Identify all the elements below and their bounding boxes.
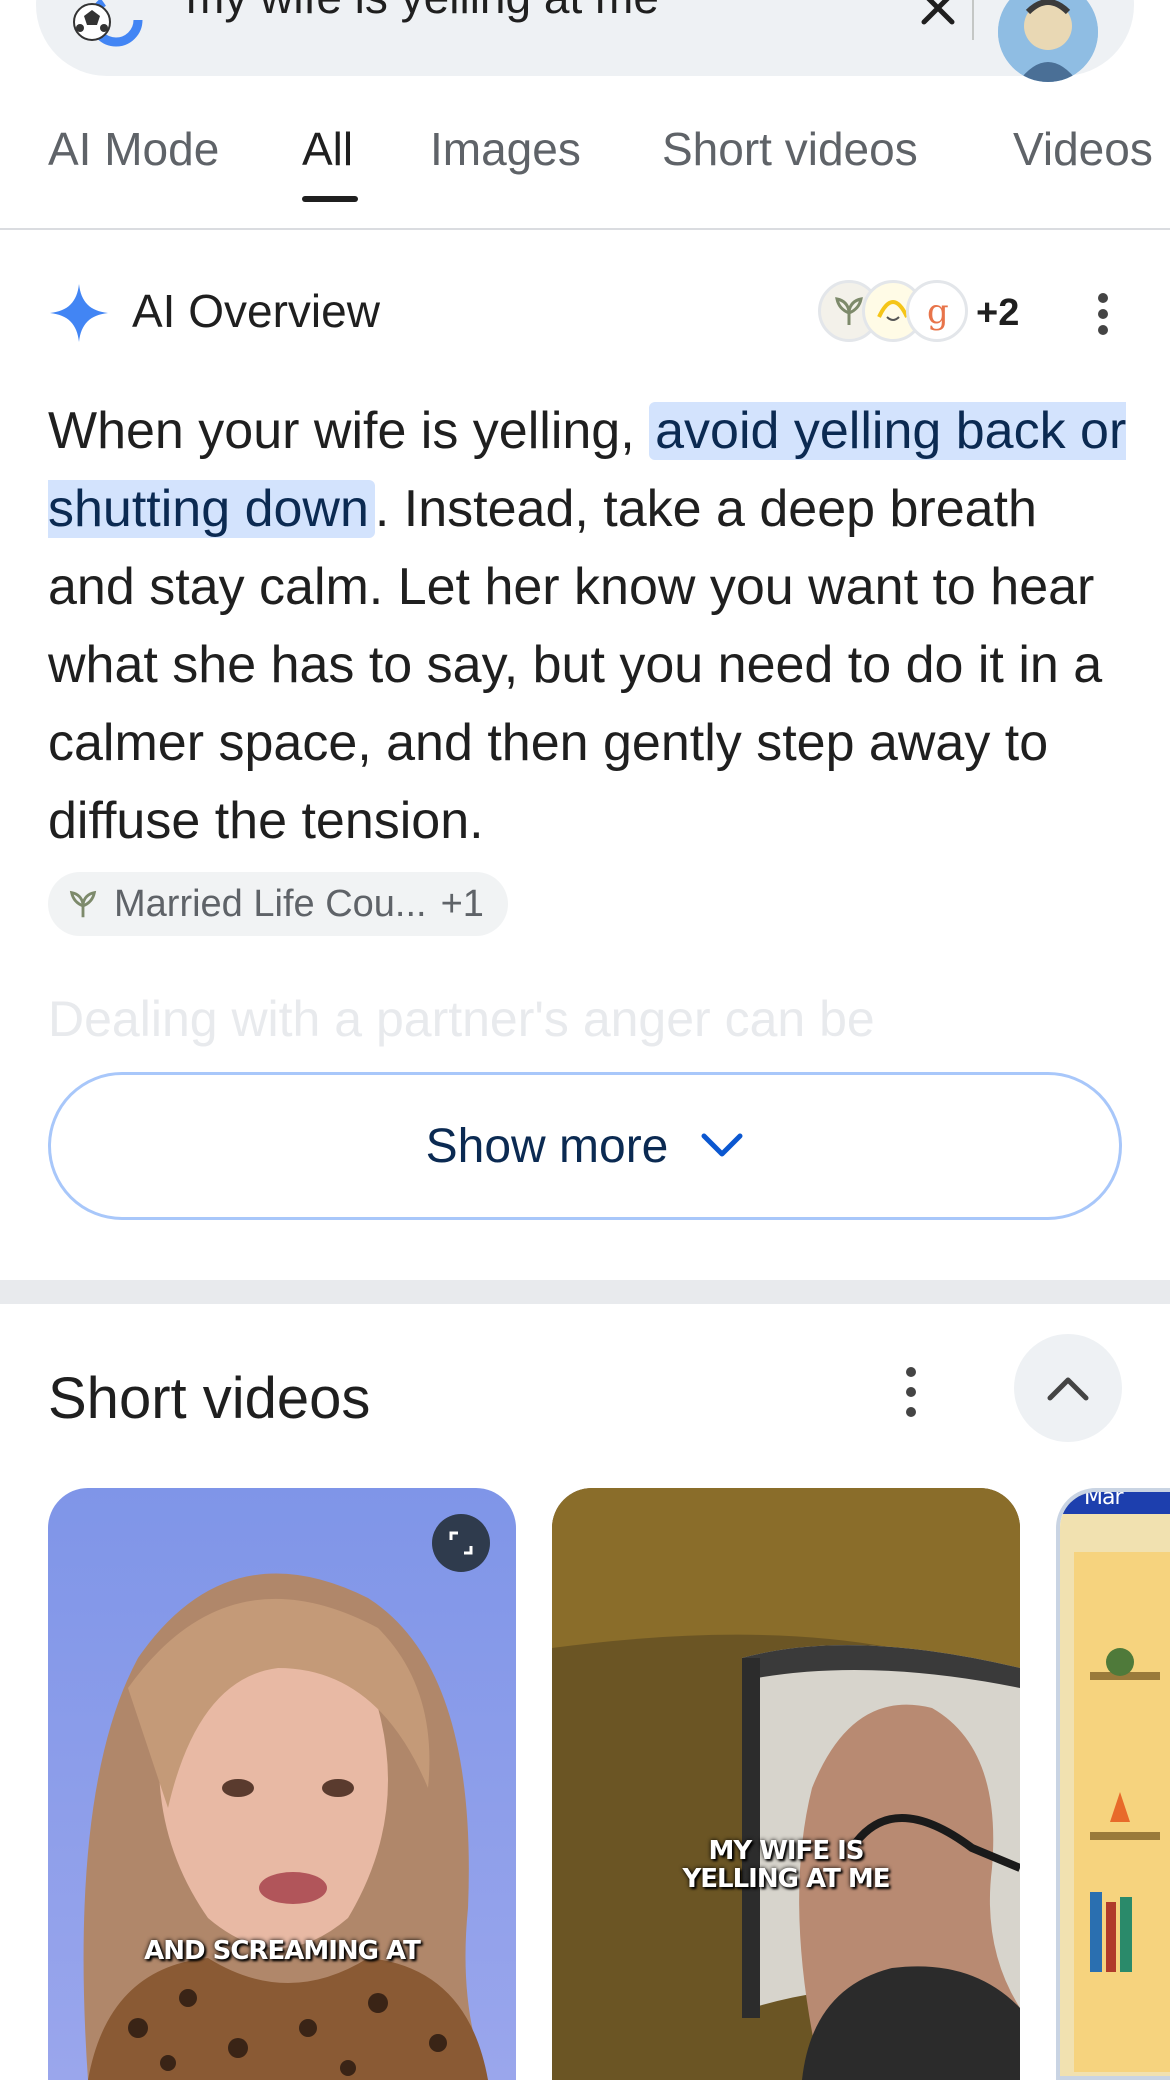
more-options-icon[interactable] [1088,290,1118,338]
show-more-button[interactable]: Show more [48,1072,1122,1220]
svg-text:g: g [927,292,949,331]
source-extra-count[interactable]: +2 [976,294,1019,332]
source-avatar-g-icon: g [906,280,968,342]
video-caption-line2: YELLING AT ME [682,1864,890,1894]
video-caption-line1: MY WIFE IS [708,1836,864,1866]
video-thumbnail-room [1060,1492,1170,2076]
video-caption: AND SCREAMING AT [144,1936,421,1966]
tab-ai-mode[interactable]: AI Mode [48,126,219,172]
expand-icon[interactable] [432,1514,490,1572]
chevron-up-icon [1047,1377,1089,1401]
faded-preview-text: Dealing with a partner's anger can be [48,991,875,1047]
short-video-card[interactable]: MY WIFE IS YELLING AT ME [552,1488,1020,2080]
avatar[interactable] [998,0,1098,82]
short-videos-more-icon[interactable] [896,1364,926,1420]
search-bar[interactable]: my wife is yelling at me [36,0,1134,82]
short-video-card[interactable]: AND SCREAMING AT [48,1488,516,2080]
avatar-image-icon [998,0,1098,82]
tab-images[interactable]: Images [430,126,581,172]
source-avatars[interactable]: g [818,278,978,344]
show-more-label: Show more [425,1119,669,1173]
short-videos-title: Short videos [48,1366,371,1431]
video-caption: Mar [1084,1488,1124,1510]
video-thumbnail-woman [48,1488,516,2080]
search-tabs: AI Mode All Images Short videos Videos [0,118,1170,230]
ai-overview-title: AI Overview [132,285,380,337]
tab-videos[interactable]: Videos [1013,126,1153,172]
plant-icon [69,890,97,918]
sparkle-icon [50,284,108,342]
ai-text-intro: When your wife is yelling, [48,402,650,460]
close-icon[interactable] [906,0,970,34]
collapse-button[interactable] [1014,1334,1122,1442]
ai-overview-header: AI Overview g +2 [48,278,1128,348]
search-query[interactable]: my wife is yelling at me [186,0,659,20]
tab-all[interactable]: All [302,126,353,172]
chevron-down-icon [701,1133,743,1157]
short-video-card[interactable]: Mar [1056,1488,1170,2080]
section-separator [0,1280,1170,1304]
tabs-divider [0,228,1170,230]
search-divider [972,0,974,40]
video-thumbnail-man-in-car [552,1488,1020,2080]
ai-overview-text: When your wife is yelling, avoid yelling… [48,392,1128,860]
tab-short-videos[interactable]: Short videos [662,126,918,172]
source-chip-label: Married Life Cou... [114,882,427,925]
active-tab-indicator [302,196,358,202]
google-doodle-icon[interactable] [70,0,160,56]
source-chip-extra: +1 [440,882,484,925]
source-chip[interactable]: Married Life Cou... +1 [48,872,508,936]
